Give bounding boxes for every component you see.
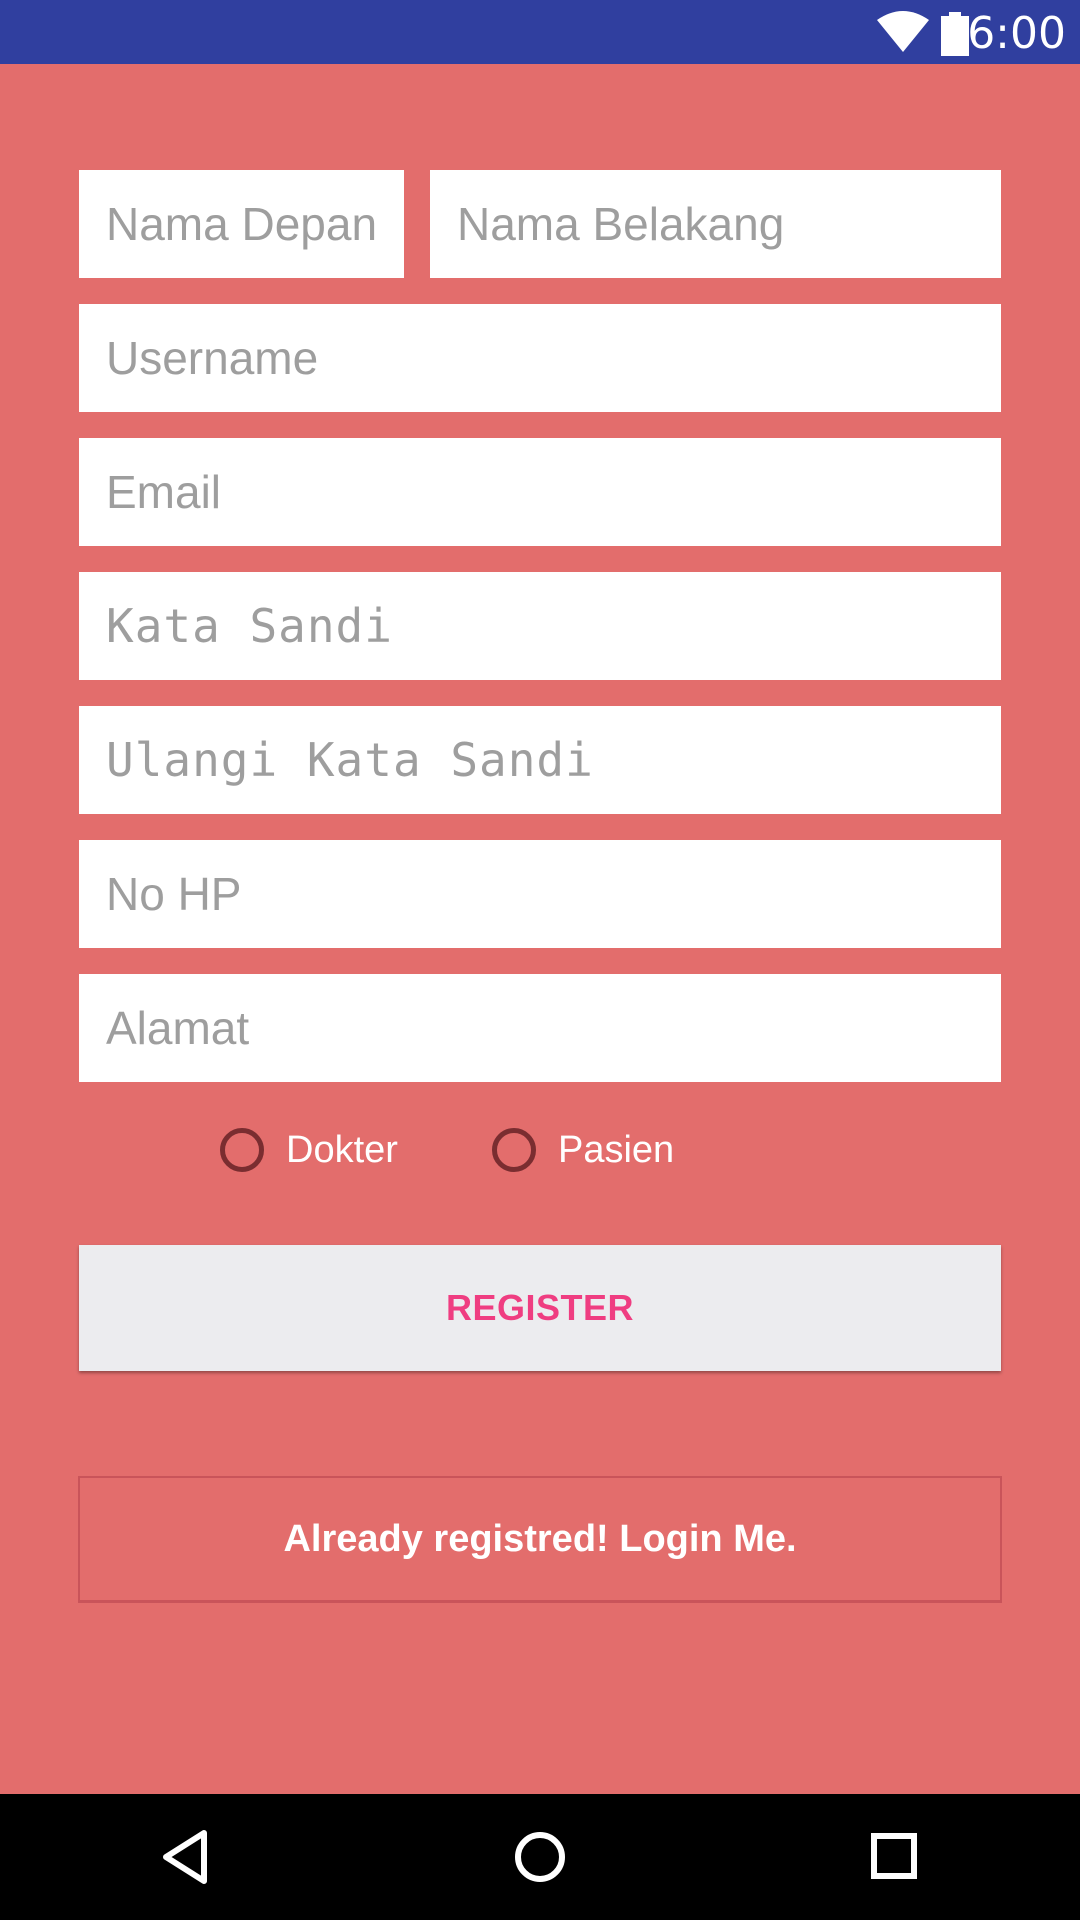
navigation-bar — [0, 1794, 1080, 1920]
radio-circle-icon[interactable] — [220, 1128, 264, 1172]
repeat-password-field[interactable]: Ulangi Kata Sandi — [79, 706, 1001, 814]
status-time: 6:00 — [967, 8, 1066, 59]
home-icon[interactable] — [512, 1827, 568, 1887]
phone-field[interactable]: No HP — [79, 840, 1001, 948]
login-button[interactable]: Already registred! Login Me. — [78, 1476, 1002, 1603]
register-button-label: REGISTER — [445, 1287, 635, 1328]
first-name-field[interactable]: Nama Depan — [79, 170, 404, 278]
radio-pasien-label: Pasien — [558, 1128, 675, 1171]
username-field[interactable]: Username — [79, 304, 1001, 412]
battery-icon — [941, 12, 969, 56]
password-field[interactable]: Kata Sandi — [79, 572, 1001, 680]
register-button[interactable]: REGISTER — [79, 1245, 1001, 1371]
status-bar: 6:00 — [0, 0, 1080, 64]
back-icon[interactable] — [158, 1827, 210, 1887]
recents-icon[interactable] — [868, 1827, 922, 1887]
radio-dokter[interactable]: Dokter — [220, 1122, 398, 1178]
email-field[interactable]: Email — [79, 438, 1001, 546]
wifi-icon — [877, 11, 929, 52]
radio-pasien[interactable]: Pasien — [492, 1122, 674, 1178]
address-field[interactable]: Alamat — [79, 974, 1001, 1082]
login-button-label: Already registred! Login Me. — [283, 1517, 797, 1560]
radio-dokter-label: Dokter — [286, 1128, 398, 1171]
radio-circle-icon[interactable] — [492, 1128, 536, 1172]
last-name-field[interactable]: Nama Belakang — [430, 170, 1001, 278]
